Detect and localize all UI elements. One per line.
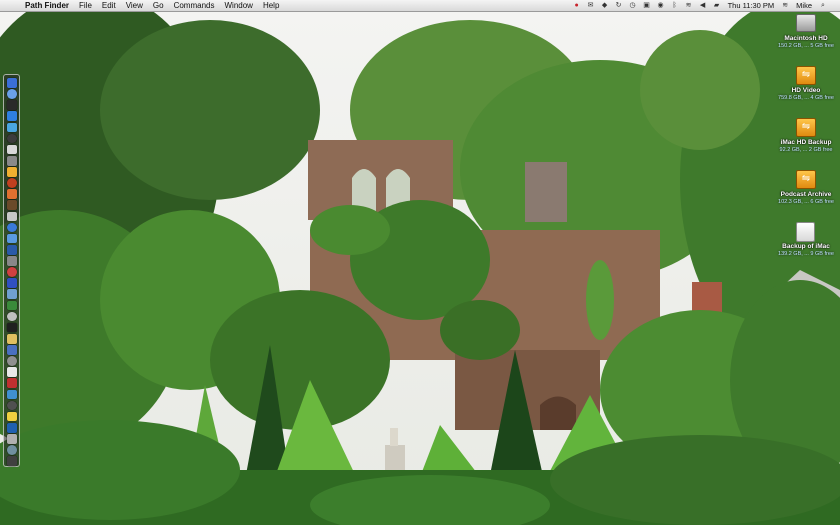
dock-app-icon[interactable]	[6, 278, 17, 288]
menu-commands[interactable]: Commands	[169, 0, 220, 11]
dock-app-icon[interactable]	[6, 445, 17, 455]
dock-app-icon[interactable]	[6, 378, 17, 389]
desktop-icon-imac-hd-backup[interactable]: iMac HD Backup 92.2 GB, ... 2 GB free	[776, 118, 836, 154]
sync-icon[interactable]: ↻	[614, 1, 624, 10]
menu-view[interactable]: View	[121, 0, 148, 11]
dock-app-icon[interactable]	[6, 133, 17, 144]
dock-app-icon[interactable]	[6, 434, 17, 444]
menu-bar: Path Finder File Edit View Go Commands W…	[0, 0, 840, 12]
dock-app-icon[interactable]	[6, 356, 17, 366]
dock-app-icon[interactable]	[6, 289, 17, 300]
dock-app-icon[interactable]	[6, 111, 17, 122]
dock-app-icon[interactable]	[6, 267, 17, 277]
external-drive-icon	[796, 170, 816, 190]
dock-app-icon[interactable]	[6, 244, 17, 255]
disk-image-icon	[796, 222, 816, 242]
dropbox-icon[interactable]: ◆	[600, 1, 610, 10]
dock-app-icon[interactable]	[6, 422, 17, 433]
wifi-icon[interactable]: ≋	[684, 1, 694, 10]
dock-app-icon[interactable]	[6, 200, 17, 211]
dock-app-icon[interactable]	[6, 411, 17, 422]
menubar-clock[interactable]: Thu 11:30 PM	[724, 1, 779, 10]
dock-app-icon[interactable]	[6, 345, 17, 355]
menu-file[interactable]: File	[74, 0, 97, 11]
flag-icon[interactable]: ▰	[712, 1, 722, 10]
dock-app-icon[interactable]	[6, 333, 17, 344]
dock	[3, 74, 20, 467]
desktop-icon-podcast-archive[interactable]: Podcast Archive 102.3 GB, ... 6 GB free	[776, 170, 836, 206]
menu-help[interactable]: Help	[258, 0, 284, 11]
internal-drive-icon	[796, 14, 816, 34]
external-drive-icon	[796, 66, 816, 86]
dock-app-icon[interactable]	[6, 311, 17, 322]
dock-app-icon[interactable]	[6, 389, 17, 400]
lock-icon[interactable]: ▣	[642, 1, 652, 10]
dock-app-icon[interactable]	[6, 155, 17, 166]
desktop-icon-backup-of-imac[interactable]: Backup of iMac 139.2 GB, ... 9 GB free	[776, 222, 836, 258]
volume-icon[interactable]: ◀	[698, 1, 708, 10]
spotlight-icon[interactable]: ⌕	[818, 1, 828, 10]
dock-app-icon[interactable]	[6, 167, 17, 177]
dock-app-icon[interactable]	[6, 178, 17, 188]
dock-app-icon[interactable]	[6, 222, 17, 233]
dock-app-icon[interactable]	[6, 78, 17, 88]
menu-app-name[interactable]: Path Finder	[20, 0, 74, 11]
dock-app-icon[interactable]	[6, 367, 17, 377]
dock-app-icon[interactable]	[6, 189, 17, 199]
bluetooth-icon[interactable]: ᛒ	[670, 1, 680, 10]
desktop-icon-macintosh-hd[interactable]: Macintosh HD 150.2 GB, ... 5 GB free	[776, 12, 836, 50]
dock-app-icon[interactable]	[6, 100, 17, 110]
fast-user-switch[interactable]: Mike	[792, 1, 816, 10]
desktop-wallpaper	[0, 0, 840, 525]
menu-edit[interactable]: Edit	[97, 0, 121, 11]
dock-app-icon[interactable]	[6, 456, 17, 466]
dock-app-icon[interactable]	[6, 122, 17, 133]
dock-app-icon[interactable]	[6, 144, 17, 155]
desktop-icon-hd-video[interactable]: HD Video 759.8 GB, ... 4 GB free	[776, 66, 836, 102]
mail-icon[interactable]: ✉	[586, 1, 596, 10]
dock-app-icon[interactable]	[6, 256, 17, 266]
menu-window[interactable]: Window	[219, 0, 257, 11]
dock-app-icon[interactable]	[6, 400, 17, 411]
menu-go[interactable]: Go	[148, 0, 169, 11]
menu-extras: ● ✉ ◆ ↻ ◷ ▣ ◉ ᛒ ≋ ◀ ▰ Thu 11:30 PM ≋ Mik…	[570, 1, 840, 10]
dock-app-icon[interactable]	[6, 89, 17, 99]
wifi-signal-icon[interactable]: ≋	[780, 1, 790, 10]
dock-app-icon[interactable]	[6, 300, 17, 311]
spotlight-helper-icon[interactable]: ◉	[656, 1, 666, 10]
external-drive-icon	[796, 118, 816, 138]
dock-app-icon[interactable]	[6, 322, 17, 333]
timemachine-icon[interactable]: ◷	[628, 1, 638, 10]
pinterest-icon[interactable]: ●	[572, 1, 582, 10]
dock-app-icon[interactable]	[6, 211, 17, 222]
dock-app-icon[interactable]	[6, 233, 17, 244]
